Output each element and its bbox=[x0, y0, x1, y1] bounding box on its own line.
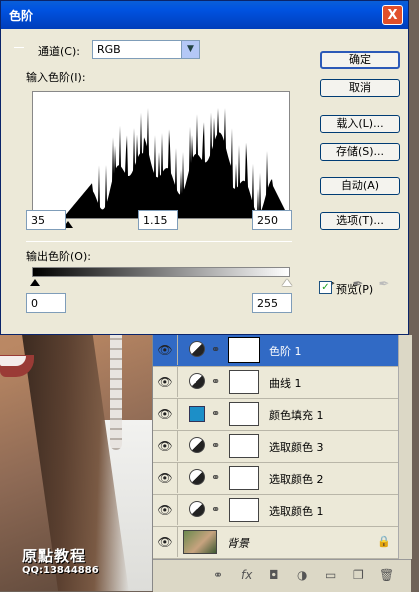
histogram-shape bbox=[33, 108, 289, 218]
output-levels-label: 输出色阶(O): bbox=[26, 250, 91, 263]
photo-necklace bbox=[110, 330, 122, 450]
layer-row[interactable]: 👁 ⚭ 颜色填充 1 bbox=[153, 399, 411, 431]
lock-icon: 🔒 bbox=[377, 535, 391, 548]
layer-name[interactable]: 选取颜色 2 bbox=[269, 471, 324, 487]
layer-row[interactable]: 👁 🔒 背景 bbox=[153, 527, 411, 559]
layer-mask-thumbnail[interactable] bbox=[229, 498, 259, 522]
divider bbox=[26, 241, 292, 242]
eye-icon[interactable]: 👁 bbox=[156, 405, 174, 423]
layer-separator bbox=[177, 431, 178, 461]
eye-icon[interactable]: 👁 bbox=[156, 501, 174, 519]
group-line bbox=[14, 47, 24, 48]
output-black-handle[interactable] bbox=[30, 279, 40, 286]
link-layers-icon[interactable]: ⚭ bbox=[213, 568, 223, 582]
link-icon[interactable]: ⚭ bbox=[211, 503, 220, 516]
preview-label[interactable]: 预览(P) bbox=[336, 281, 373, 297]
white-eyedropper-icon[interactable]: ✒ bbox=[376, 277, 392, 293]
trash-icon[interactable]: 🗑 bbox=[379, 568, 394, 582]
eye-icon[interactable]: 👁 bbox=[156, 469, 174, 487]
close-button[interactable]: X bbox=[382, 5, 403, 25]
layer-name[interactable]: 选取颜色 1 bbox=[269, 503, 324, 519]
eye-icon[interactable]: 👁 bbox=[156, 341, 174, 359]
group-icon[interactable]: ▭ bbox=[325, 568, 336, 582]
layer-row[interactable]: 👁 ⚭ 选取颜色 3 bbox=[153, 431, 411, 463]
layer-name[interactable]: 选取颜色 3 bbox=[269, 439, 324, 455]
layer-separator bbox=[177, 463, 178, 493]
watermark-qq: QQ:13844886 bbox=[22, 565, 99, 576]
input-white-field[interactable]: 250 bbox=[252, 210, 292, 230]
adjustment-layer-icon bbox=[189, 469, 205, 485]
layer-separator bbox=[177, 527, 178, 557]
auto-button[interactable]: 自动(A) bbox=[320, 177, 400, 195]
histogram bbox=[32, 91, 290, 219]
layer-mask-thumbnail[interactable] bbox=[229, 370, 259, 394]
layer-mask-thumbnail[interactable] bbox=[229, 466, 259, 490]
cancel-button[interactable]: 取消 bbox=[320, 79, 400, 97]
layer-name[interactable]: 颜色填充 1 bbox=[269, 407, 324, 423]
layer-mask-thumbnail[interactable] bbox=[228, 337, 260, 363]
eye-icon[interactable]: 👁 bbox=[156, 373, 174, 391]
layer-thumbnail bbox=[183, 530, 217, 554]
fill-layer-icon bbox=[189, 406, 205, 422]
layer-name[interactable]: 背景 bbox=[227, 535, 249, 551]
ok-button[interactable]: 确定 bbox=[320, 51, 400, 69]
output-gradient bbox=[32, 267, 290, 277]
histogram-graph bbox=[33, 108, 289, 218]
link-icon[interactable]: ⚭ bbox=[211, 471, 220, 484]
link-icon[interactable]: ⚭ bbox=[211, 375, 220, 388]
layer-row[interactable]: 👁 ⚭ 色阶 1 bbox=[153, 335, 411, 367]
output-white-handle[interactable] bbox=[282, 279, 292, 286]
adjustment-layer-icon bbox=[189, 373, 205, 389]
dialog-body: 通道(C): RGB ▼ 输入色阶(I): 35 1.15 250 输出色阶(O… bbox=[4, 29, 405, 332]
layer-name[interactable]: 色阶 1 bbox=[269, 343, 302, 359]
fx-icon[interactable]: fx bbox=[241, 568, 252, 582]
link-icon[interactable]: ⚭ bbox=[211, 407, 220, 420]
input-black-field[interactable]: 35 bbox=[26, 210, 66, 230]
link-icon[interactable]: ⚭ bbox=[211, 439, 220, 452]
watermark-title: 原點教程 bbox=[22, 547, 87, 565]
layer-row[interactable]: 👁 ⚭ 选取颜色 1 bbox=[153, 495, 411, 527]
add-mask-icon[interactable]: ◘ bbox=[269, 568, 279, 582]
layer-separator bbox=[177, 335, 178, 365]
channel-value: RGB bbox=[97, 43, 121, 56]
eye-icon[interactable]: 👁 bbox=[156, 533, 174, 551]
save-button[interactable]: 存储(S)... bbox=[320, 143, 400, 161]
adjustment-layer-icon bbox=[189, 341, 205, 357]
layer-mask-thumbnail[interactable] bbox=[229, 434, 259, 458]
channel-select[interactable]: RGB ▼ bbox=[92, 40, 200, 59]
layers-footer: ⚭ fx ◘ ◑ ▭ ❐ 🗑 bbox=[153, 559, 411, 592]
output-black-field[interactable]: 0 bbox=[26, 293, 66, 313]
layer-mask-thumbnail[interactable] bbox=[229, 402, 259, 426]
chevron-down-icon[interactable]: ▼ bbox=[181, 41, 199, 58]
layer-separator bbox=[177, 495, 178, 525]
preview-checkbox[interactable]: ✓ bbox=[319, 281, 332, 294]
layer-name[interactable]: 曲线 1 bbox=[269, 375, 302, 391]
load-button[interactable]: 载入(L)... bbox=[320, 115, 400, 133]
layers-scrollbar[interactable] bbox=[398, 335, 412, 559]
adjustment-layer-icon[interactable]: ◑ bbox=[297, 568, 307, 582]
new-layer-icon[interactable]: ❐ bbox=[353, 568, 364, 582]
channel-label: 通道(C): bbox=[38, 45, 80, 58]
layer-separator bbox=[177, 367, 178, 397]
dialog-title: 色阶 bbox=[9, 9, 34, 23]
options-button[interactable]: 选项(T)... bbox=[320, 212, 400, 230]
eye-icon[interactable]: 👁 bbox=[156, 437, 174, 455]
output-white-field[interactable]: 255 bbox=[252, 293, 292, 313]
input-levels-label: 输入色阶(I): bbox=[26, 71, 86, 84]
layer-row[interactable]: 👁 ⚭ 曲线 1 bbox=[153, 367, 411, 399]
layers-panel: 👁 🔒 背景 👁 ⚭ 选取颜色 1 👁 ⚭ 选取颜色 2 👁 ⚭ 选取颜色 3 👁 ⚭ 颜色填充 1 👁 ⚭ 曲线… bbox=[152, 335, 412, 592]
levels-dialog: 色阶 X 通道(C): RGB ▼ 输入色阶(I): 35 1.15 250 输… bbox=[0, 0, 409, 335]
layer-separator bbox=[177, 399, 178, 429]
adjustment-layer-icon bbox=[189, 501, 205, 517]
link-icon[interactable]: ⚭ bbox=[211, 343, 220, 356]
adjustment-layer-icon bbox=[189, 437, 205, 453]
input-gamma-field[interactable]: 1.15 bbox=[138, 210, 178, 230]
dialog-titlebar[interactable]: 色阶 X bbox=[1, 1, 408, 29]
output-slider[interactable] bbox=[30, 279, 292, 289]
layer-row[interactable]: 👁 ⚭ 选取颜色 2 bbox=[153, 463, 411, 495]
